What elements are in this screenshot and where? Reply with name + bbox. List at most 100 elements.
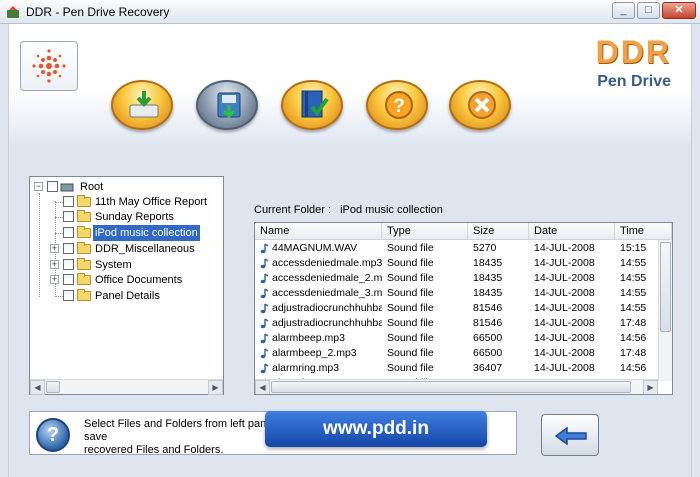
checkbox[interactable]	[63, 259, 74, 270]
directory-tree[interactable]: − Root 11th May Office Report Sunday Rep…	[29, 176, 224, 395]
tree-item[interactable]: + DDR_Miscellaneous	[30, 241, 220, 257]
exit-button[interactable]	[449, 80, 511, 130]
cell-date: 14-JUL-2008	[534, 317, 595, 329]
tree-item[interactable]: + Office Documents	[30, 272, 220, 288]
expand-icon[interactable]: +	[50, 244, 59, 253]
cell-date: 14-JUL-2008	[534, 287, 595, 299]
cell-name: alarmbeep.mp3	[272, 332, 345, 344]
info-question-icon: ?	[36, 418, 70, 452]
scrollbar-thumb[interactable]	[46, 381, 60, 393]
select-files-button[interactable]	[281, 80, 343, 130]
help-icon: ?	[385, 91, 413, 119]
cell-size: 66500	[473, 332, 503, 344]
tree-root[interactable]: − Root	[34, 179, 214, 195]
tree-horizontal-scrollbar[interactable]: ◀ ▶	[30, 379, 223, 395]
file-list-horizontal-scrollbar[interactable]: ◀ ▶	[255, 379, 658, 394]
tree-item[interactable]: Panel Details	[30, 288, 220, 304]
tree-item-label: Sunday Reports	[95, 211, 174, 223]
checkbox[interactable]	[63, 196, 74, 207]
save-button[interactable]	[111, 80, 173, 130]
tree-item[interactable]: iPod music collection	[30, 225, 220, 241]
expand-icon[interactable]: +	[50, 275, 59, 284]
cell-date: 14-JUL-2008	[534, 272, 595, 284]
checked-book-icon	[301, 90, 329, 118]
cell-name: alarmring.mp3	[272, 362, 340, 374]
website-banner[interactable]: www.pdd.in	[265, 411, 487, 447]
cell-size: 36407	[473, 362, 503, 374]
cell-size: 18435	[473, 287, 503, 299]
scrollbar-thumb[interactable]	[271, 381, 631, 393]
table-row[interactable]: 44MAGNUM.WAV Sound file 5270 14-JUL-2008 15:…	[255, 241, 658, 256]
tree-item[interactable]: 11th May Office Report	[30, 194, 220, 210]
tree-item-label: System	[95, 259, 132, 271]
back-arrow-icon	[554, 426, 587, 446]
save-to-disk-icon	[217, 92, 241, 119]
expand-icon[interactable]: +	[50, 260, 59, 269]
cell-time: 17:48	[620, 347, 647, 359]
cell-size: 81546	[473, 317, 503, 329]
column-header-name[interactable]: Name	[255, 223, 382, 240]
help-button[interactable]: ?	[366, 80, 428, 130]
checkbox[interactable]	[63, 211, 74, 222]
scroll-left-icon[interactable]: ◀	[255, 380, 270, 394]
column-header-size[interactable]: Size	[468, 223, 529, 240]
cell-date: 14-JUL-2008	[534, 302, 595, 314]
table-row[interactable]: adjustradiocrunchhuhba... Sound file 81546…	[255, 316, 658, 331]
table-row[interactable]: alarmbeep.mp3 Sound file 66500 14-JUL-2008 1…	[255, 331, 658, 346]
column-header-type[interactable]: Type	[382, 223, 468, 240]
cell-date: 14-JUL-2008	[534, 257, 595, 269]
table-row[interactable]: accessdeniedmale_3.mp3 Sound file 18435 14-…	[255, 286, 658, 301]
table-row[interactable]: alarmbeep_2.mp3 Sound file 66500 14-JUL-200…	[255, 346, 658, 361]
header-area: DDR Pen Drive	[8, 24, 692, 144]
column-header-time[interactable]: Time	[615, 223, 672, 240]
close-button[interactable]: ✕	[662, 2, 696, 19]
file-list-header: Name Type Size Date Time	[255, 223, 672, 240]
cell-name: accessdeniedmale_2.mp3	[272, 272, 382, 284]
save-icon	[129, 91, 159, 118]
tree-item[interactable]: + System	[30, 257, 220, 273]
checkbox[interactable]	[47, 181, 58, 192]
cell-type: Sound file	[387, 302, 434, 314]
tree-item[interactable]: Sunday Reports	[30, 209, 220, 225]
checkbox[interactable]	[63, 227, 74, 238]
cell-type: Sound file	[387, 257, 434, 269]
minimize-button[interactable]: _	[612, 2, 635, 19]
column-header-date[interactable]: Date	[529, 223, 615, 240]
cell-size: 18435	[473, 272, 503, 284]
cell-size: 18435	[473, 257, 503, 269]
scroll-left-icon[interactable]: ◀	[30, 380, 45, 395]
table-row[interactable]: alarmring.mp3 Sound file 36407 14-JUL-2008 1…	[255, 361, 658, 376]
file-list-vertical-scrollbar[interactable]	[658, 240, 672, 381]
cell-name: alarmbeep_2.mp3	[272, 347, 357, 359]
folder-icon	[77, 242, 91, 254]
scroll-right-icon[interactable]: ▶	[208, 380, 223, 395]
checkbox[interactable]	[63, 290, 74, 301]
cell-type: Sound file	[387, 347, 434, 359]
scroll-right-icon[interactable]: ▶	[643, 380, 658, 394]
drive-icon	[60, 183, 74, 192]
cell-name: accessdeniedmale_3.mp3	[272, 287, 382, 299]
collapse-icon[interactable]: −	[34, 182, 43, 191]
cell-type: Sound file	[387, 362, 434, 374]
folder-icon	[77, 258, 91, 270]
folder-icon	[77, 273, 91, 285]
current-folder-value: iPod music collection	[340, 204, 443, 216]
cell-name: accessdeniedmale.mp3	[272, 257, 382, 269]
cell-type: Sound file	[387, 242, 434, 254]
save-to-disk-button[interactable]	[196, 80, 258, 130]
table-row[interactable]: accessdeniedmale_2.mp3 Sound file 18435 14-…	[255, 271, 658, 286]
cell-time: 14:55	[620, 272, 647, 284]
cell-date: 14-JUL-2008	[534, 332, 595, 344]
file-list[interactable]: Name Type Size Date Time 44MAGNUM.WAV Sou…	[254, 222, 673, 395]
tree-item-label: Office Documents	[95, 274, 183, 286]
checkbox[interactable]	[63, 243, 74, 254]
table-row[interactable]: adjustradiocrunchhuhba... Sound file 81546…	[255, 301, 658, 316]
cell-size: 5270	[473, 242, 497, 254]
table-row[interactable]: accessdeniedmale.mp3 Sound file 18435 14-JU…	[255, 256, 658, 271]
checkbox[interactable]	[63, 274, 74, 285]
maximize-button[interactable]: □	[637, 2, 660, 19]
tree-item-label: iPod music collection	[93, 225, 200, 241]
cell-time: 14:55	[620, 257, 647, 269]
scrollbar-thumb[interactable]	[660, 242, 671, 332]
back-button[interactable]	[541, 414, 599, 456]
